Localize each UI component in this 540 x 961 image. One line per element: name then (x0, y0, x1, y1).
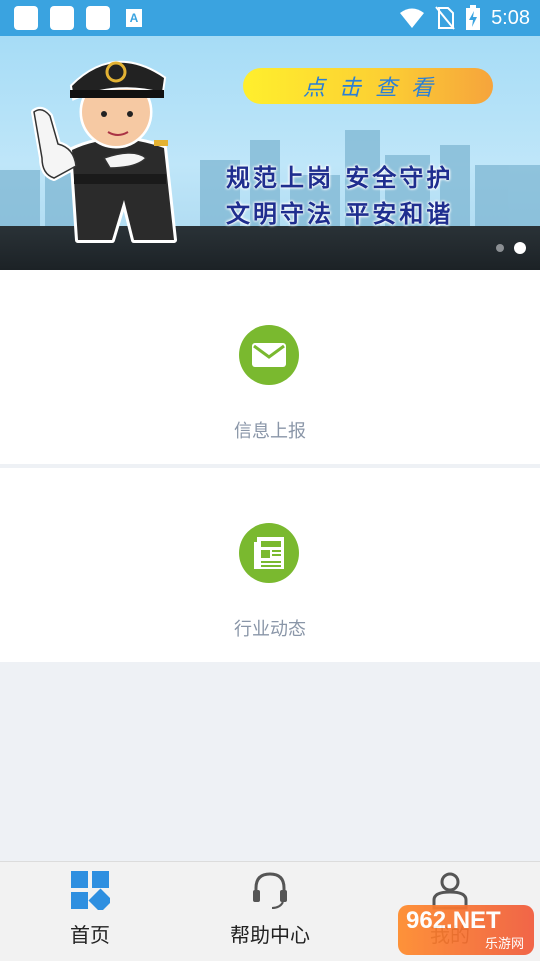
no-sim-icon (435, 6, 455, 30)
security-guard-illustration (31, 60, 177, 243)
banner-carousel[interactable]: 点击查看 规范上岗 安全守护 文明守法 平安和谐 (0, 36, 540, 270)
home-grid-icon (71, 871, 110, 910)
site-watermark: 962.NET 乐游网 (398, 905, 534, 955)
view-details-label: 点击查看 (302, 76, 447, 101)
view-details-button[interactable]: 点击查看 (243, 68, 493, 104)
bottom-tab-bar: 首页 帮助中心 我的 962.NET 乐游网 (0, 861, 540, 961)
notification-square-icon (50, 6, 74, 30)
notification-square-icon (14, 6, 38, 30)
app-a-icon: A (126, 9, 142, 27)
notification-square-icon (86, 6, 110, 30)
carousel-dot-active[interactable] (514, 242, 526, 254)
watermark-site-name: 乐游网 (484, 937, 524, 952)
headset-icon (253, 872, 287, 909)
banner-slogan-line1: 规范上岗 安全守护 (226, 164, 454, 192)
tab-home[interactable]: 首页 (0, 862, 180, 961)
news-icon (254, 537, 284, 569)
carousel-indicator[interactable] (496, 242, 526, 254)
battery-charging-icon (466, 5, 481, 30)
envelope-icon (252, 343, 286, 367)
status-bar: A 5:08 (0, 0, 540, 36)
industry-news-icon-circle[interactable] (239, 523, 299, 583)
status-time: 5:08 (491, 6, 530, 29)
tab-home-label: 首页 (70, 923, 110, 947)
tab-help-center[interactable]: 帮助中心 (180, 862, 360, 961)
info-report-label: 信息上报 (234, 421, 306, 442)
carousel-dot[interactable] (496, 244, 504, 252)
industry-news-label: 行业动态 (234, 619, 306, 640)
banner-slogan-line2: 文明守法 平安和谐 (226, 200, 454, 228)
wifi-icon (400, 8, 425, 28)
person-icon (432, 872, 468, 910)
tab-help-center-label: 帮助中心 (230, 923, 310, 947)
info-report-icon-circle[interactable] (239, 325, 299, 385)
info-report-card[interactable]: 信息上报 (0, 270, 540, 464)
industry-news-card[interactable]: 行业动态 (0, 468, 540, 662)
watermark-logo-text: 962.NET (406, 907, 501, 934)
